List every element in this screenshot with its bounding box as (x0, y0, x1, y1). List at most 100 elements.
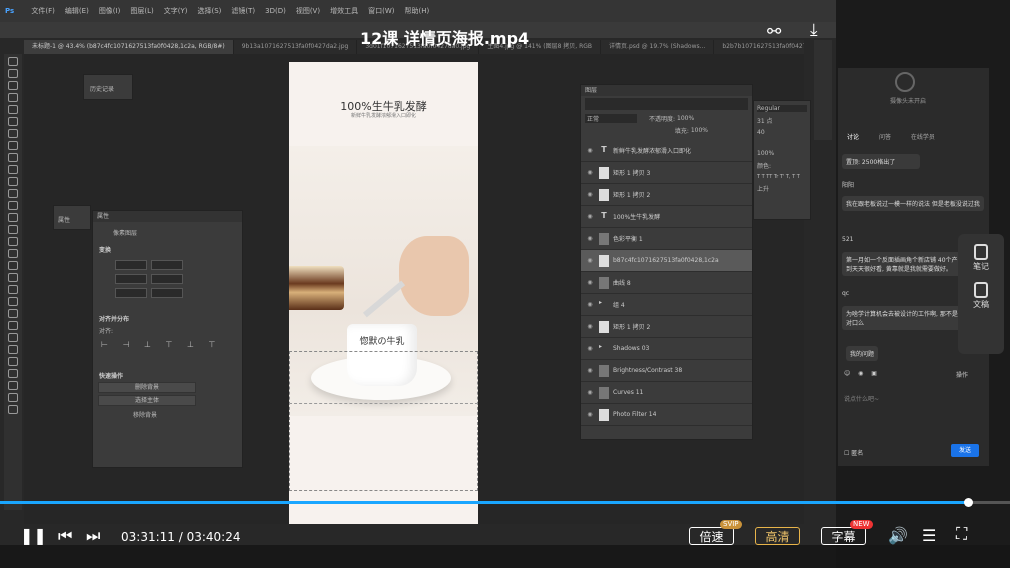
layer-row[interactable]: ◉ 矩形 1 拷贝 2 (581, 184, 752, 206)
tool-icon[interactable] (8, 57, 18, 66)
emoji-icon[interactable]: ☺ ◉ ▣ (844, 370, 880, 377)
tool-icon[interactable] (8, 405, 18, 414)
tool-icon[interactable] (8, 345, 18, 354)
tool-icon[interactable] (8, 381, 18, 390)
tool-icon[interactable] (8, 129, 18, 138)
tab-students[interactable]: 在线学员 (911, 134, 935, 141)
menu-item[interactable]: 帮助(H) (404, 7, 429, 15)
select-subject-button[interactable]: 选择主体 (98, 395, 196, 406)
fill-value[interactable]: 100% (691, 127, 708, 134)
menu-item[interactable]: 增效工具 (330, 7, 358, 15)
tool-icon[interactable] (8, 201, 18, 210)
layer-row[interactable]: ◉ ▸ Shadows 03 (581, 338, 752, 360)
tab-qa[interactable]: 问答 (879, 134, 891, 141)
visibility-eye-icon[interactable]: ◉ (585, 169, 595, 176)
tool-icon[interactable] (8, 297, 18, 306)
fullscreen-icon[interactable]: ⛶ (956, 524, 967, 544)
tool-icon[interactable] (8, 81, 18, 90)
download-icon[interactable]: ⤓ (810, 20, 818, 40)
tool-icon[interactable] (8, 69, 18, 78)
tool-icon[interactable] (8, 105, 18, 114)
document-tab[interactable]: 详情页.psd @ 19.7% (Shadows... (601, 40, 715, 54)
menu-item[interactable]: 图像(I) (99, 7, 121, 15)
tool-icon[interactable] (8, 285, 18, 294)
visibility-eye-icon[interactable]: ◉ (585, 301, 595, 308)
menu-item[interactable]: 选择(S) (197, 7, 221, 15)
my-questions-button[interactable]: 我的问题 (846, 346, 879, 361)
send-button[interactable]: 发送 (951, 444, 979, 457)
tool-icon[interactable] (8, 177, 18, 186)
tool-icon[interactable] (8, 321, 18, 330)
leading-field[interactable]: 40 (757, 129, 807, 136)
opacity-value[interactable]: 100% (677, 115, 694, 122)
visibility-eye-icon[interactable]: ◉ (585, 389, 595, 396)
tool-icon[interactable] (8, 117, 18, 126)
layer-row[interactable]: ◉ Photo Filter 14 (581, 404, 752, 426)
tool-icon[interactable] (8, 93, 18, 102)
tool-icon[interactable] (8, 189, 18, 198)
y-field[interactable] (151, 274, 183, 284)
tool-icon[interactable] (8, 153, 18, 162)
draft-button[interactable]: 文稿 (958, 282, 1004, 310)
layer-row[interactable]: ◉ 色彩平衡 1 (581, 228, 752, 250)
visibility-eye-icon[interactable]: ◉ (585, 213, 595, 220)
tool-icon[interactable] (8, 237, 18, 246)
tool-icon[interactable] (8, 141, 18, 150)
flip-field[interactable] (151, 288, 183, 298)
visibility-eye-icon[interactable]: ◉ (585, 367, 595, 374)
visibility-eye-icon[interactable]: ◉ (585, 345, 595, 352)
layer-filter[interactable] (585, 98, 748, 110)
layer-row[interactable]: ◉ 矩形 1 拷贝 2 (581, 316, 752, 338)
chat-input[interactable]: 说点什么吧~ (844, 394, 879, 403)
menu-item[interactable]: 3D(D) (265, 7, 286, 15)
progress-handle[interactable] (963, 498, 973, 507)
height-field[interactable] (115, 274, 147, 284)
share-icon[interactable]: ⚯ (767, 22, 781, 42)
layer-row[interactable]: ◉ Brightness/Contrast 38 (581, 360, 752, 382)
quality-button[interactable]: 高清 (755, 527, 800, 545)
width-field[interactable] (115, 260, 147, 270)
subtitle-button[interactable]: 字幕 (821, 527, 866, 545)
layer-row[interactable]: ◉ 矩形 1 拷贝 3 (581, 162, 752, 184)
document-tab[interactable]: 9b13a1071627513fa0f0427da2.jpg (234, 40, 358, 54)
action-label[interactable]: 操作 (956, 370, 968, 379)
tool-icon[interactable] (8, 225, 18, 234)
notes-button[interactable]: 笔记 (958, 244, 1004, 272)
tool-icon[interactable] (8, 261, 18, 270)
remove-background-button[interactable]: 删除背景 (98, 382, 196, 393)
speed-button[interactable]: 倍速 (689, 527, 734, 545)
layer-row[interactable]: ◉ T 新鲜牛乳发酵浓郁滑入口即化 (581, 140, 752, 162)
properties-panel-collapsed[interactable]: 属性 (53, 205, 91, 230)
type-style-buttons[interactable]: T T TT Tr T' T, T T (757, 174, 807, 180)
menu-item[interactable]: 图层(L) (130, 7, 153, 15)
visibility-eye-icon[interactable]: ◉ (585, 411, 595, 418)
visibility-eye-icon[interactable]: ◉ (585, 147, 595, 154)
tool-icon[interactable] (8, 369, 18, 378)
playlist-icon[interactable]: ☰ (922, 526, 936, 545)
layer-row[interactable]: ◉ Curves 11 (581, 382, 752, 404)
blend-mode-select[interactable]: 正常 (585, 113, 637, 123)
angle-field[interactable] (115, 288, 147, 298)
visibility-eye-icon[interactable]: ◉ (585, 279, 595, 286)
font-style-select[interactable]: Regular (757, 105, 807, 112)
anonymous-checkbox[interactable]: ☐ 匿名 (844, 448, 863, 457)
visibility-eye-icon[interactable]: ◉ (585, 191, 595, 198)
tool-icon[interactable] (8, 357, 18, 366)
volume-icon[interactable]: 🔊 (888, 526, 908, 545)
visibility-eye-icon[interactable]: ◉ (585, 235, 595, 242)
tab-discussion[interactable]: 讨论 (847, 134, 859, 141)
layer-row[interactable]: ◉ T 100%生牛乳发酵 (581, 206, 752, 228)
align-icons[interactable]: ⊢ ⊣ ⊥ ⊤ ⊥ ⊤ (101, 340, 242, 349)
menu-item[interactable]: 滤镜(T) (231, 7, 255, 15)
x-field[interactable] (151, 260, 183, 270)
menu-item[interactable]: 文件(F) (31, 7, 55, 15)
transform-selection[interactable] (289, 351, 478, 491)
document-tab[interactable]: b2b7b1071627513fa0f0427c.8e (714, 40, 804, 54)
font-size-field[interactable]: 31 点 (757, 116, 807, 125)
pause-icon[interactable]: ❚❚ (20, 526, 47, 545)
menu-item[interactable]: 文字(Y) (164, 7, 188, 15)
tool-icon[interactable] (8, 309, 18, 318)
visibility-eye-icon[interactable]: ◉ (585, 257, 595, 264)
layer-row[interactable]: ◉ b87c4fc1071627513fa0f0428,1c2a (581, 250, 752, 272)
menu-item[interactable]: 编辑(E) (65, 7, 89, 15)
